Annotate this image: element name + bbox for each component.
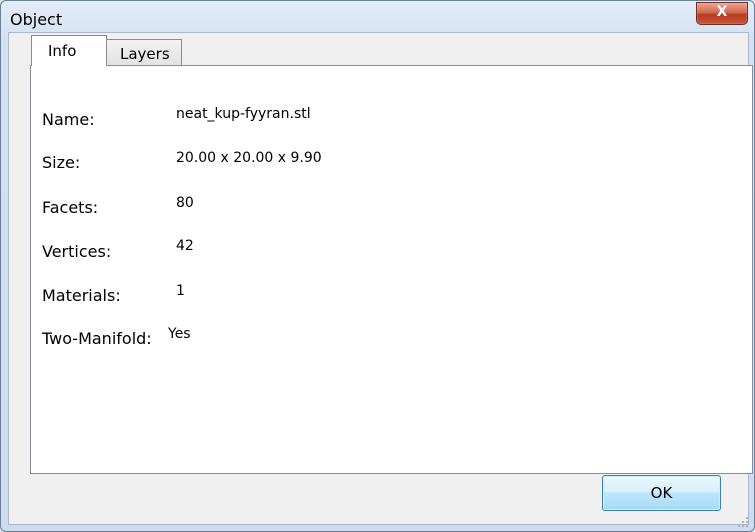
vertices-value: 42 xyxy=(176,238,194,254)
size-value: 20.00 x 20.00 x 9.90 xyxy=(176,150,322,166)
facets-value: 80 xyxy=(176,195,194,211)
object-dialog: Object X Info Layers Name: neat_kup-fyyr… xyxy=(0,0,755,532)
tab-info-label: Info xyxy=(48,42,77,60)
materials-label: Materials: xyxy=(42,286,121,305)
size-label: Size: xyxy=(42,153,81,172)
close-icon: X xyxy=(716,4,728,20)
title-bar[interactable]: Object X xyxy=(1,1,754,31)
ok-button[interactable]: OK xyxy=(602,475,721,511)
two-manifold-value: Yes xyxy=(168,326,191,342)
vertices-label: Vertices: xyxy=(42,242,112,261)
resize-grip-icon[interactable] xyxy=(736,515,750,529)
facets-label: Facets: xyxy=(42,198,99,217)
name-value: neat_kup-fyyran.stl xyxy=(176,106,311,122)
window-title: Object xyxy=(10,10,63,29)
tab-info[interactable]: Info xyxy=(31,35,107,66)
tab-layers[interactable]: Layers xyxy=(105,39,182,66)
close-button[interactable]: X xyxy=(696,2,748,25)
tab-layers-label: Layers xyxy=(120,45,170,63)
name-label: Name: xyxy=(42,110,95,129)
two-manifold-label: Two-Manifold: xyxy=(42,329,152,348)
info-panel: Name: neat_kup-fyyran.stl Size: 20.00 x … xyxy=(30,65,753,474)
materials-value: 1 xyxy=(176,283,185,299)
